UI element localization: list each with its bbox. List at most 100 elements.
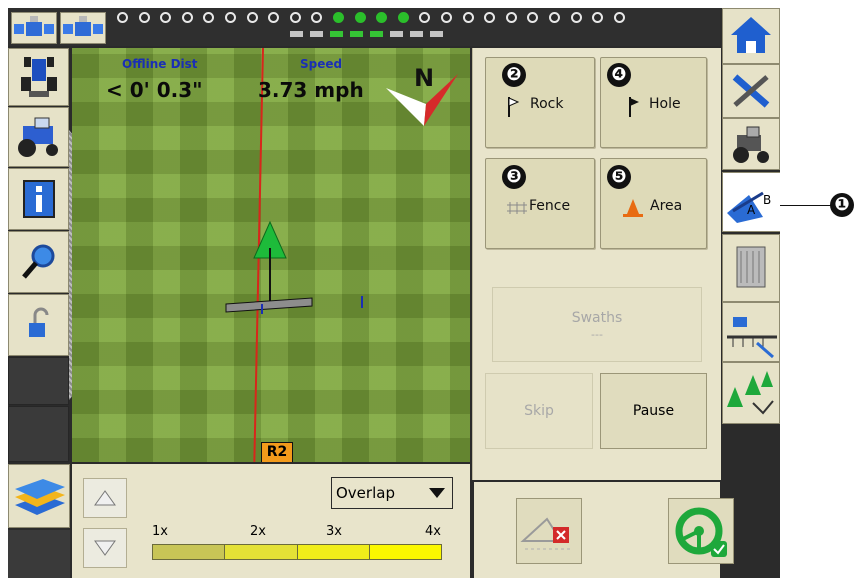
lightbar-segment bbox=[430, 31, 443, 37]
flag-icon bbox=[629, 97, 639, 117]
coverage-layer-button[interactable] bbox=[8, 464, 70, 528]
lightbar-led bbox=[181, 12, 193, 23]
scale-segment bbox=[225, 545, 298, 559]
lightbar-segment bbox=[290, 31, 303, 37]
scroll-down-button[interactable] bbox=[83, 528, 127, 568]
chevron-down-icon bbox=[429, 488, 445, 498]
mark-label: Area bbox=[650, 198, 683, 214]
zoom-button[interactable] bbox=[8, 231, 69, 293]
mark-number: ❷ bbox=[502, 63, 526, 87]
cone-icon bbox=[623, 199, 643, 217]
tools-tab[interactable] bbox=[722, 64, 780, 118]
swaths-button[interactable]: Swaths --- bbox=[492, 287, 702, 362]
lightbar-led bbox=[333, 12, 344, 23]
triangle-down-icon bbox=[94, 540, 116, 556]
scale-segment bbox=[297, 545, 370, 559]
callout-line bbox=[780, 205, 834, 206]
overlap-scale-bar bbox=[152, 544, 442, 560]
lightbar-led bbox=[117, 12, 128, 23]
lightbar-led bbox=[246, 12, 258, 23]
north-letter: N bbox=[414, 66, 434, 92]
clear-swath-icon bbox=[520, 517, 571, 550]
layers-icon bbox=[15, 479, 65, 515]
controller-box-icon bbox=[736, 246, 766, 288]
lightbar-led bbox=[289, 12, 301, 23]
mark-hole-button[interactable]: ❹ Hole bbox=[600, 57, 707, 148]
lightbar-led bbox=[397, 12, 409, 23]
lightbar-led bbox=[225, 12, 236, 23]
scale-label-3: 3x bbox=[326, 524, 342, 539]
info-icon bbox=[23, 180, 55, 218]
lightbar-segment bbox=[410, 31, 423, 37]
flag-icon bbox=[508, 97, 520, 117]
skip-button[interactable]: Skip bbox=[485, 373, 593, 449]
trees-icon bbox=[727, 371, 774, 415]
autosteer-engage-button[interactable] bbox=[668, 498, 734, 564]
speed-label: Speed bbox=[300, 57, 343, 71]
lightbar-segment bbox=[310, 31, 323, 37]
ab-a-label: A bbox=[747, 203, 756, 217]
mark-number: ❸ bbox=[502, 165, 526, 189]
clear-coverage-button[interactable] bbox=[516, 498, 582, 564]
lightbar-led bbox=[570, 12, 582, 23]
mark-number: ❹ bbox=[607, 63, 631, 87]
pause-button[interactable]: Pause bbox=[600, 373, 707, 449]
offline-dist-value: < 0' 0.3" bbox=[106, 78, 203, 102]
vehicle-settings-button[interactable] bbox=[8, 107, 69, 167]
triangle-up-icon bbox=[94, 490, 116, 506]
lightbar-led bbox=[505, 12, 517, 23]
controller-tab[interactable] bbox=[722, 234, 780, 302]
lightbar-led bbox=[354, 12, 366, 23]
implement-tab[interactable] bbox=[722, 302, 780, 362]
offline-dist-label: Offline Dist bbox=[122, 57, 198, 71]
speed-value: 3.73 mph bbox=[258, 78, 364, 102]
scale-segment bbox=[369, 545, 441, 559]
lightbar-segment bbox=[390, 31, 403, 37]
scroll-up-button[interactable] bbox=[83, 478, 127, 518]
scale-label-1: 1x bbox=[152, 524, 168, 539]
lock-button[interactable] bbox=[8, 294, 69, 356]
steering-wheel-icon bbox=[675, 507, 727, 557]
lightbar-led bbox=[549, 12, 560, 23]
implement-icon bbox=[727, 317, 777, 359]
coverage-mode-select[interactable]: Overlap bbox=[331, 477, 453, 509]
ab-b-label: B bbox=[763, 193, 772, 207]
mark-label: Fence bbox=[529, 198, 571, 214]
lightbar-segment bbox=[370, 31, 383, 37]
vehicle-tab[interactable] bbox=[722, 118, 780, 170]
scale-label-4: 4x bbox=[425, 524, 441, 539]
lightbar-led bbox=[462, 12, 474, 23]
empty-slot bbox=[8, 357, 69, 405]
gps-satellite-button[interactable] bbox=[11, 12, 57, 44]
info-button[interactable] bbox=[8, 168, 69, 230]
satellite-icon bbox=[14, 16, 54, 36]
mark-number: ❺ bbox=[607, 165, 631, 189]
guidance-tab[interactable]: A B bbox=[722, 172, 780, 232]
mark-fence-button[interactable]: ❸ Fence bbox=[485, 158, 595, 249]
tractor-top-icon bbox=[21, 57, 57, 97]
row-tag: R2 bbox=[261, 442, 293, 462]
north-arrow-icon: N bbox=[386, 66, 458, 126]
tractor-icon bbox=[733, 126, 769, 163]
magnifier-icon bbox=[22, 244, 55, 279]
lightbar-segment bbox=[350, 31, 363, 37]
empty-slot bbox=[8, 530, 70, 578]
tractor-implement-icon bbox=[225, 220, 363, 314]
swaths-title: Swaths bbox=[571, 310, 623, 326]
tractor-icon bbox=[18, 117, 58, 157]
home-tab[interactable] bbox=[722, 8, 780, 64]
field-tab[interactable] bbox=[722, 362, 780, 424]
home-icon bbox=[731, 17, 771, 53]
unlock-icon bbox=[29, 307, 49, 337]
vehicle-view-button[interactable] bbox=[8, 48, 69, 106]
scale-segment bbox=[153, 545, 226, 559]
gps-satellite-button-2[interactable] bbox=[60, 12, 106, 44]
callout-number: ❶ bbox=[830, 193, 854, 217]
guidance-map[interactable]: Offline Dist < 0' 0.3" Speed 3.73 mph N … bbox=[72, 48, 470, 462]
mark-label: Hole bbox=[649, 96, 681, 112]
lightbar-led bbox=[138, 12, 150, 23]
mark-area-button[interactable]: ❺ Area bbox=[600, 158, 707, 249]
fence-icon bbox=[507, 202, 527, 214]
mark-rock-button[interactable]: ❷ Rock bbox=[485, 57, 595, 148]
swaths-value: --- bbox=[591, 328, 603, 341]
